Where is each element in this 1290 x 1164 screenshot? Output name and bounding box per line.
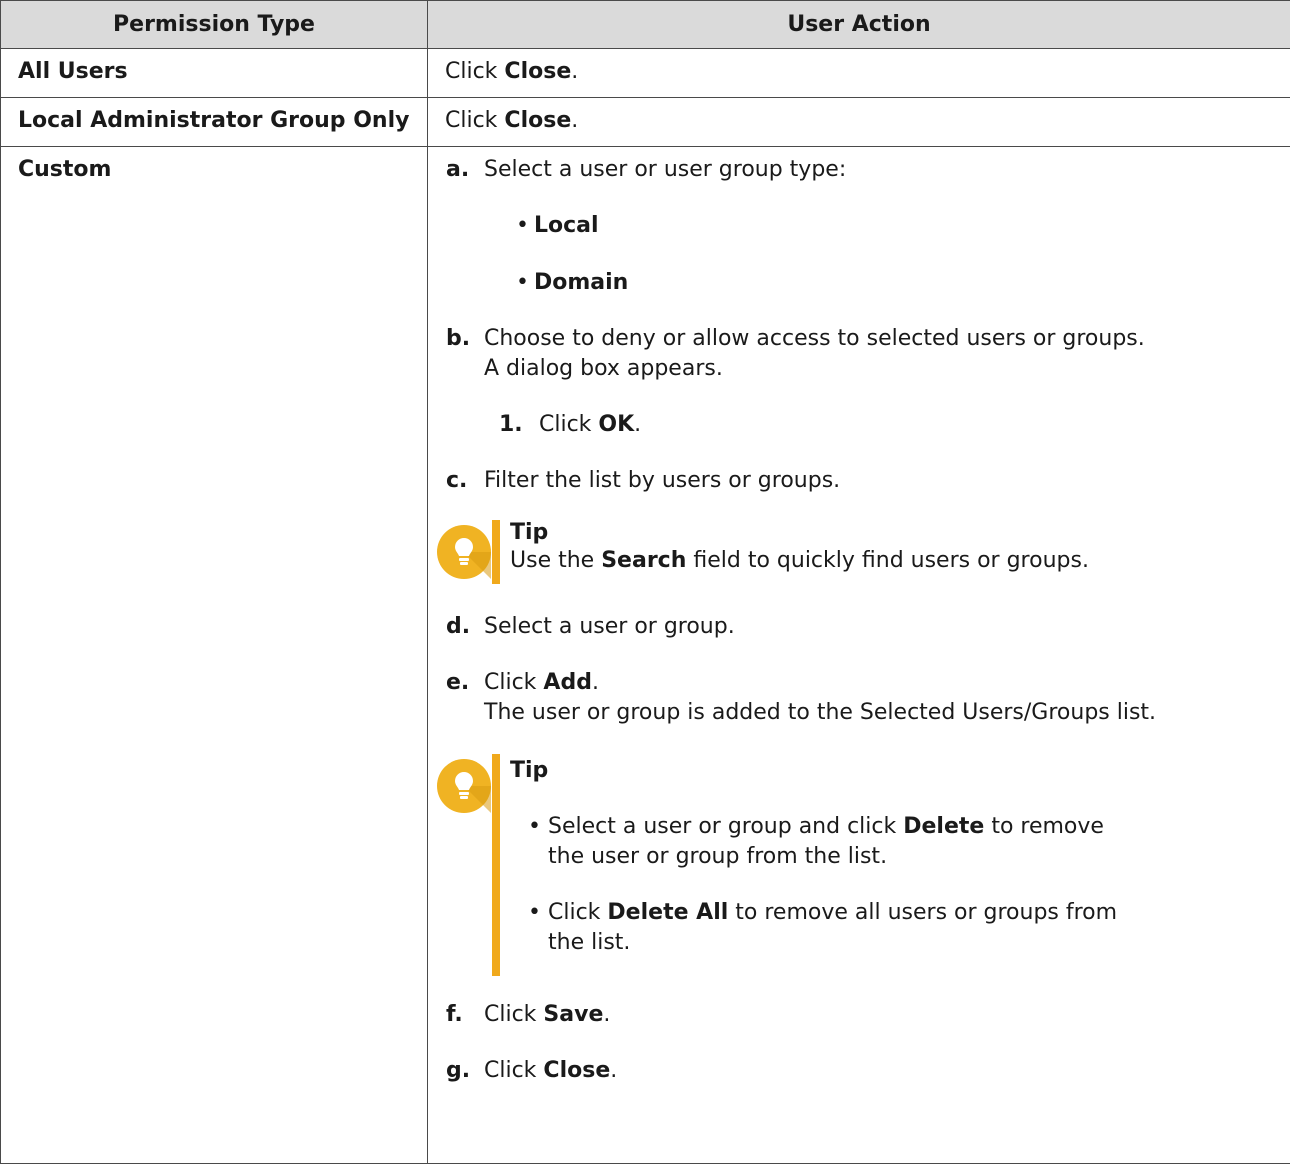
step-marker: e. — [445, 668, 484, 698]
tip-list: •Select a user or group and click Delete… — [510, 812, 1280, 958]
step-d: d. Select a user or group. — [445, 612, 1280, 642]
step-g: g. Click Close. — [445, 1056, 1280, 1086]
step-text: Filter the list by users or groups. — [484, 466, 1280, 496]
add-label: Add — [543, 670, 592, 695]
bullet-icon: • — [516, 211, 529, 241]
step-b: b. Choose to deny or allow access to sel… — [445, 324, 1280, 440]
step-marker: c. — [445, 466, 484, 496]
step-marker: f. — [445, 1000, 484, 1030]
step-result: The user or group is added to the Select… — [484, 698, 1280, 728]
delete-label: Delete — [903, 814, 984, 839]
action-bold: Close — [504, 59, 571, 84]
step-marker: g. — [445, 1056, 484, 1086]
substep-marker: 1. — [498, 410, 539, 440]
user-type-options: •Local •Domain — [484, 211, 1280, 298]
tip-text: Use the Search field to quickly find use… — [510, 546, 1280, 576]
search-label: Search — [601, 548, 686, 573]
action-bold: Close — [504, 108, 571, 133]
tip-title: Tip — [510, 520, 1280, 546]
bullet-icon: • — [528, 898, 541, 928]
substep-1: 1. Click OK. — [498, 410, 1280, 440]
lightbulb-icon — [436, 754, 492, 976]
header-user-action: User Action — [428, 1, 1290, 49]
action-text: Click — [445, 108, 504, 133]
option-local: •Local — [484, 211, 1280, 241]
tip-search: Tip Use the Search field to quickly find… — [436, 520, 1280, 584]
permission-type-cell: All Users — [1, 49, 428, 98]
table-header-row: Permission Type User Action — [1, 1, 1290, 49]
action-text: Click — [445, 59, 504, 84]
ok-label: OK — [598, 412, 634, 437]
permissions-table: Permission Type User Action All Users Cl… — [0, 0, 1290, 1164]
action-suffix: . — [571, 59, 578, 84]
permission-type-cell: Local Administrator Group Only — [1, 98, 428, 147]
tip-accent-bar — [492, 520, 500, 584]
close-label: Close — [543, 1058, 610, 1083]
tip-accent-bar — [492, 754, 500, 976]
permission-type-cell: Custom — [1, 147, 428, 1164]
lightbulb-icon — [436, 520, 492, 584]
bullet-icon: • — [528, 812, 541, 842]
header-permission-type: Permission Type — [1, 1, 428, 49]
tip-list-item: •Select a user or group and click Delete… — [510, 812, 1280, 872]
step-text: Select a user or group. — [484, 612, 1280, 642]
tip-list-item: •Click Delete All to remove all users or… — [510, 898, 1280, 958]
step-a: a. Select a user or user group type: •Lo… — [445, 155, 1280, 298]
delete-all-label: Delete All — [607, 900, 728, 925]
user-action-cell: Click Close. — [428, 98, 1290, 147]
step-c: c. Filter the list by users or groups. — [445, 466, 1280, 496]
step-marker: a. — [445, 155, 484, 185]
save-label: Save — [543, 1002, 603, 1027]
option-domain: •Domain — [484, 268, 1280, 298]
action-suffix: . — [571, 108, 578, 133]
tip-delete: Tip •Select a user or group and click De… — [436, 754, 1280, 976]
table-row-local-admin: Local Administrator Group Only Click Clo… — [1, 98, 1290, 147]
step-text: Select a user or user group type: — [484, 155, 1280, 185]
table-row-custom: Custom a. Select a user or user group ty… — [1, 147, 1290, 1164]
tip-title: Tip — [510, 756, 1280, 786]
table-row-all-users: All Users Click Close. — [1, 49, 1290, 98]
step-f: f. Click Save. — [445, 1000, 1280, 1030]
step-text: Choose to deny or allow access to select… — [484, 324, 1280, 354]
step-marker: d. — [445, 612, 484, 642]
step-marker: b. — [445, 324, 484, 354]
bullet-icon: • — [516, 268, 529, 298]
user-action-cell: Click Close. — [428, 49, 1290, 98]
user-action-cell: a. Select a user or user group type: •Lo… — [428, 147, 1290, 1164]
step-text: Click Add. — [484, 668, 1280, 698]
step-e: e. Click Add. The user or group is added… — [445, 668, 1280, 728]
step-result: A dialog box appears. — [484, 354, 1280, 384]
